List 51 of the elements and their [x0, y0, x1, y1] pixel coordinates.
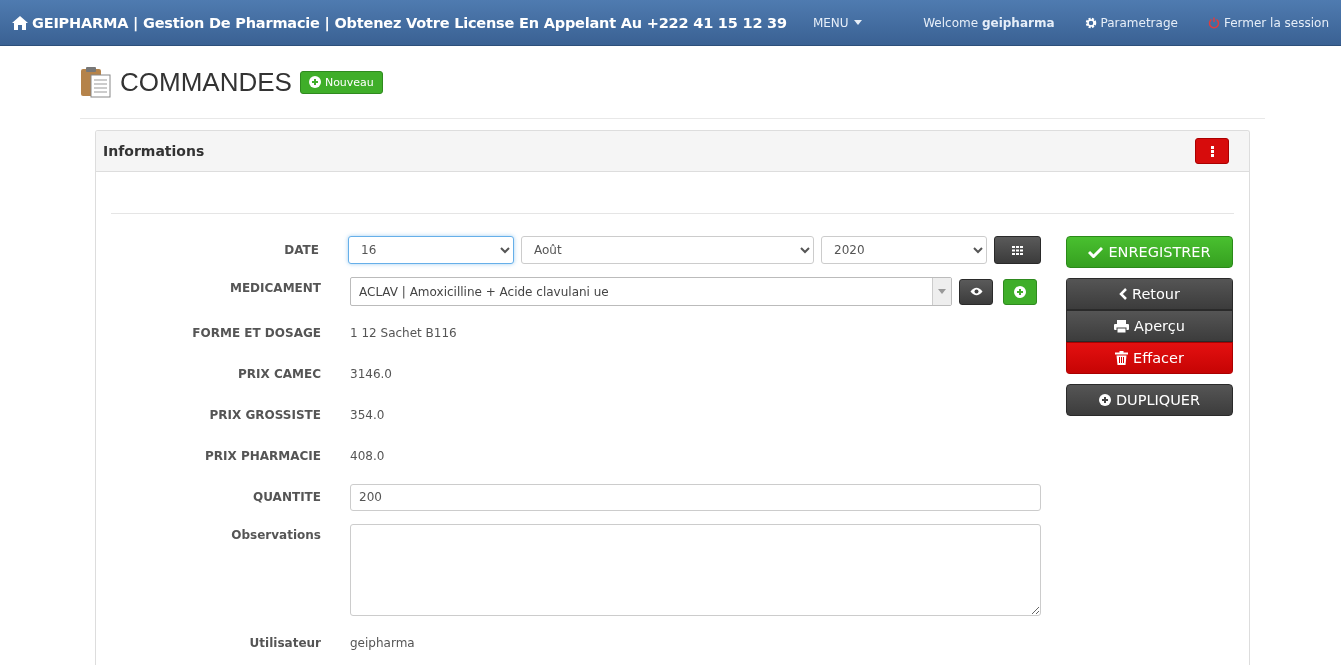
field-label: MEDICAMENT [228, 280, 321, 295]
field-label: DATE [283, 243, 319, 257]
add-button[interactable] [1003, 278, 1037, 305]
field-value: 3146.0 [350, 367, 392, 381]
check-icon [1088, 246, 1104, 258]
welcome-text: Welcome geipharma [923, 15, 1055, 30]
plus-circle-icon [1098, 394, 1111, 406]
field-value: 354.0 [350, 408, 385, 422]
calendar-button[interactable] [994, 236, 1041, 264]
select-field[interactable]: Août [521, 236, 814, 264]
plus-circle-icon [1014, 285, 1026, 298]
plus-circle-icon [308, 76, 321, 88]
delete-button[interactable]: Effacer [1066, 342, 1233, 374]
field-value: geipharma [350, 636, 415, 650]
caret-icon [938, 289, 946, 294]
page-title: COMMANDES [120, 66, 292, 98]
grid-icon [1012, 245, 1023, 255]
options-button[interactable] [1195, 138, 1229, 164]
field-label: QUANTITE [252, 490, 321, 504]
settings-link[interactable]: Parametrage [1084, 15, 1178, 30]
brand-link[interactable]: GEIPHARMA | Gestion De Pharmacie | Obtenez Votre License En Appelant Au +222 41 15 12 39 [12, 14, 787, 31]
select-field[interactable]: 2020 [821, 236, 987, 264]
caret-icon [853, 20, 862, 25]
print-button[interactable]: Aperçu [1066, 310, 1233, 342]
field-label: PRIX GROSSISTE [208, 408, 321, 422]
view-button[interactable] [959, 278, 993, 305]
field-label: PRIX PHARMACIE [204, 449, 321, 463]
logout-link[interactable]: Fermer la session [1207, 15, 1329, 30]
field-label: FORME ET DOSAGE [191, 326, 321, 340]
back-button[interactable]: Retour [1066, 278, 1233, 310]
home-icon [12, 15, 28, 30]
power-icon [1207, 16, 1220, 29]
field-value: 408.0 [350, 449, 385, 463]
combo-field[interactable]: ACLAV | Amoxicilline + Acide clavulani ue [350, 277, 952, 306]
observations-field[interactable] [350, 524, 1041, 616]
menu-dropdown[interactable]: MENU [812, 15, 862, 30]
printer-icon [1114, 319, 1130, 333]
select-field[interactable]: 16 [348, 236, 514, 264]
field-label: PRIX CAMEC [237, 367, 321, 381]
field-label: Observations [230, 527, 321, 542]
trash-icon [1115, 351, 1129, 365]
ellipsis-vertical-icon [1210, 145, 1214, 157]
clipboard-icon [80, 66, 112, 98]
eye-icon [969, 287, 983, 296]
quantity-field[interactable]: 200 [350, 483, 1041, 511]
chevron-left-icon [1118, 288, 1127, 300]
duplicate-button[interactable]: DUPLIQUER [1066, 384, 1233, 416]
field-label: Utilisateur [248, 636, 321, 650]
gear-icon [1084, 16, 1097, 29]
field-value: 1 12 Sachet B116 [350, 326, 457, 340]
panel-title: Informations [103, 143, 205, 159]
